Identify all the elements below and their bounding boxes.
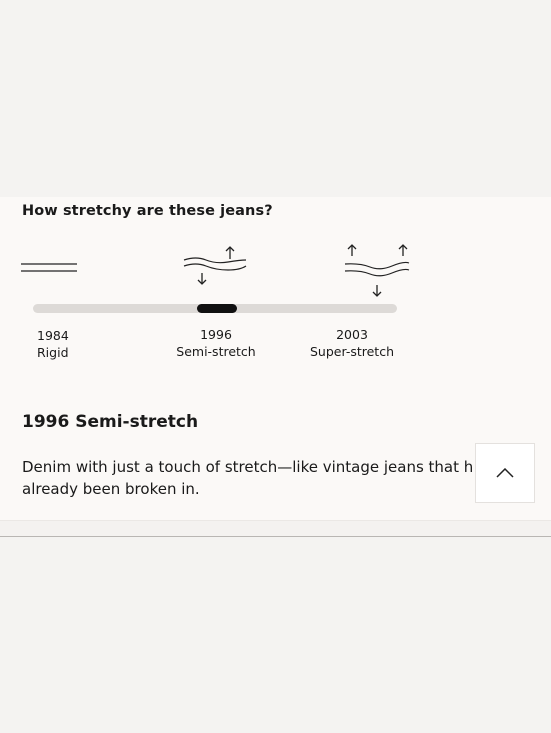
scroll-to-top-button[interactable] <box>475 443 535 503</box>
bottom-blank-area <box>0 537 551 733</box>
super-stretch-icon <box>344 244 410 297</box>
panel-divider <box>0 520 551 521</box>
chevron-up-icon <box>496 468 514 478</box>
stop-name: Rigid <box>37 345 69 360</box>
detail-title: 1996 Semi-stretch <box>22 412 199 432</box>
detail-description-line: already been broken in. <box>22 480 200 498</box>
stop-name: Super-stretch <box>310 344 394 359</box>
stop-year: 2003 <box>336 327 368 342</box>
stop-year: 1984 <box>37 328 69 343</box>
stop-super-stretch[interactable]: 2003 Super-stretch <box>296 326 408 360</box>
stretch-question-heading: How stretchy are these jeans? <box>22 203 273 219</box>
semi-stretch-icon <box>183 246 247 285</box>
stop-rigid[interactable]: 1984 Rigid <box>37 327 69 361</box>
top-blank-area <box>0 0 551 197</box>
stop-year: 1996 <box>200 327 232 342</box>
stop-name: Semi-stretch <box>176 344 256 359</box>
detail-description-line: Denim with just a touch of stretch—like … <box>22 458 501 476</box>
detail-description: Denim with just a touch of stretch—like … <box>22 456 501 500</box>
stretch-slider-thumb[interactable] <box>197 304 237 313</box>
stop-semi-stretch[interactable]: 1996 Semi-stretch <box>166 326 266 360</box>
flat-lines-icon <box>21 263 77 272</box>
